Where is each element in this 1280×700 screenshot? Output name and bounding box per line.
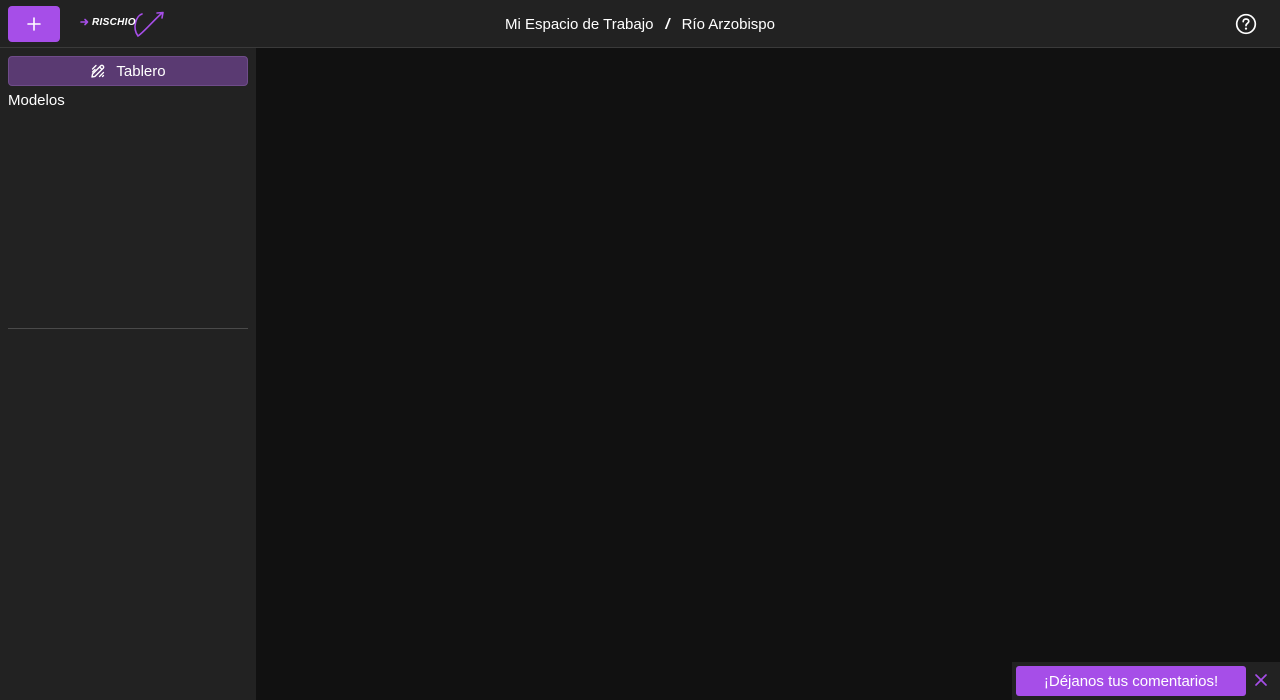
- dashboard-button[interactable]: Tablero: [8, 56, 248, 86]
- plus-icon: [27, 17, 41, 31]
- feedback-button[interactable]: ¡Déjanos tus comentarios!: [1016, 666, 1246, 696]
- logo-text: RISCHIO: [92, 17, 136, 28]
- breadcrumb-project[interactable]: Río Arzobispo: [682, 16, 775, 33]
- help-circle-icon: [1235, 13, 1257, 35]
- sidebar-divider: [8, 328, 248, 329]
- dashboard-label: Tablero: [116, 62, 166, 80]
- feedback-label: ¡Déjanos tus comentarios!: [1043, 672, 1219, 690]
- top-bar: RISCHIO Mi Espacio de Trabajo / Río Arzo…: [0, 0, 1280, 48]
- breadcrumb-separator: /: [665, 15, 670, 33]
- feedback-bar: ¡Déjanos tus comentarios!: [1012, 662, 1280, 700]
- help-button[interactable]: [1235, 13, 1257, 35]
- sidebar: Tablero Modelos: [0, 48, 256, 700]
- main-canvas: [256, 48, 1280, 700]
- rischio-logo[interactable]: RISCHIO: [80, 10, 168, 40]
- breadcrumb-workspace[interactable]: Mi Espacio de Trabajo: [505, 16, 653, 33]
- models-section-label: Modelos: [8, 92, 65, 109]
- close-icon: [1255, 674, 1267, 686]
- add-button[interactable]: [8, 6, 60, 42]
- edit-dashboard-icon: [91, 64, 105, 78]
- feedback-close-button[interactable]: [1254, 673, 1268, 687]
- breadcrumb: Mi Espacio de Trabajo / Río Arzobispo: [0, 0, 1280, 48]
